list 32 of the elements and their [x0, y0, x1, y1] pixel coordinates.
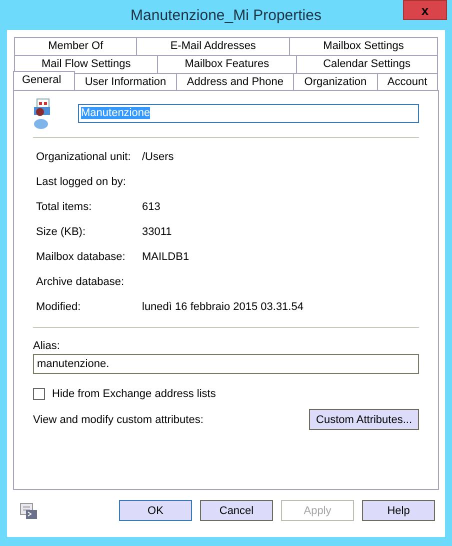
dialog-button[interactable]: Cancel: [200, 500, 273, 521]
custom-attributes-button[interactable]: Custom Attributes...: [309, 409, 419, 430]
tab[interactable]: Calendar Settings: [296, 55, 438, 73]
property-label: Size (KB):: [36, 226, 87, 238]
property-value: MAILDB1: [142, 250, 190, 262]
tab[interactable]: Mailbox Settings: [289, 37, 438, 55]
console-icon[interactable]: [20, 502, 37, 518]
property-value: 33011: [142, 226, 172, 238]
tab[interactable]: General: [13, 71, 75, 90]
dialog-button[interactable]: Help: [362, 500, 435, 521]
checkbox-label: Hide from Exchange address lists: [52, 388, 216, 400]
property-label: Last logged on by:: [36, 176, 127, 188]
tab[interactable]: Mail Flow Settings: [14, 55, 158, 73]
property-value: 613: [142, 200, 160, 212]
property-value: /Users: [142, 150, 174, 162]
tab[interactable]: Account: [376, 73, 438, 91]
alias-field[interactable]: manutenzione.: [33, 354, 419, 374]
property-label: Archive database:: [36, 276, 126, 288]
window-title: Manutenzione_Mi Properties: [130, 6, 322, 24]
tab[interactable]: Member Of: [14, 37, 138, 55]
property-value: lunedì 16 febbraio 2015 03.31.54: [142, 300, 304, 312]
property-label: Mailbox database:: [36, 250, 126, 262]
property-label: Organizational unit:: [36, 150, 132, 162]
name-value: Manutenzione: [81, 106, 150, 118]
mailbox-user-icon: [33, 97, 51, 129]
dialog-button[interactable]: OK: [119, 500, 192, 521]
property-label: Total items:: [36, 200, 93, 212]
property-label: Modified:: [36, 300, 82, 312]
checkbox[interactable]: [33, 388, 45, 400]
custom-attributes-label: View and modify custom attributes:: [33, 414, 204, 426]
close-button[interactable]: x: [403, 0, 447, 20]
alias-label: Alias:: [33, 340, 61, 352]
